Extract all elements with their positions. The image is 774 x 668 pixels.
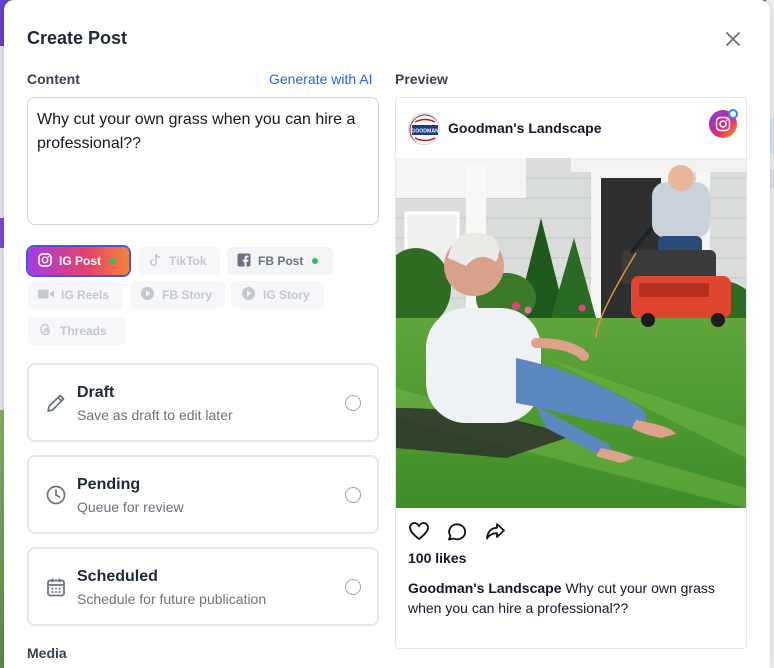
platform-chip-label: IG Post [59,254,102,268]
option-draft[interactable]: Draft Save as draft to edit later [27,363,379,442]
caption-username: Goodman's Landscape [408,580,562,596]
status-dot [110,258,117,264]
option-radio[interactable] [345,579,361,595]
option-radio[interactable] [345,487,361,503]
option-subtitle: Schedule for future publication [77,591,267,607]
platform-chip-label: IG Reels [61,288,110,302]
tiktok-icon [148,253,162,270]
clock-icon [45,484,67,506]
post-caption: Goodman's Landscape Why cut your own gras… [408,578,738,618]
option-scheduled[interactable]: Scheduled Schedule for future publicatio… [27,547,379,626]
preview-label: Preview [395,71,448,87]
platform-chip-ig-post[interactable]: IG Post [28,247,129,275]
modal-title: Create Post [27,28,128,48]
platform-chip-label: FB Story [162,288,213,302]
heart-icon[interactable] [408,520,430,542]
option-pending[interactable]: Pending Queue for review [27,455,379,534]
instagram-badge-icon [709,109,738,138]
generate-ai-link[interactable]: Generate with AI [269,71,373,87]
platform-chip-threads[interactable]: Threads [28,317,126,345]
platform-chip-ig-reels[interactable]: IG Reels [28,281,123,309]
facebook-icon [237,253,251,270]
video-icon [38,288,54,303]
play-circle-icon [140,286,155,304]
platform-chip-label: IG Story [263,288,310,302]
platform-chip-fb-post[interactable]: FB Post [227,247,333,275]
option-radio[interactable] [345,395,361,411]
close-icon[interactable] [722,28,744,50]
platform-chip-ig-story[interactable]: IG Story [231,281,324,309]
post-image [396,158,746,508]
play-circle-icon [241,286,256,304]
content-label: Content [27,71,80,87]
platform-chip-label: Threads [60,324,107,338]
option-subtitle: Save as draft to edit later [77,407,233,423]
status-dot [312,258,319,264]
media-label: Media [27,645,67,661]
option-title: Draft [77,384,115,401]
option-subtitle: Queue for review [77,499,184,515]
likes-count: 100 likes [408,550,467,566]
instagram-preview-card: GOODMAN Goodman's Landscape 100 likes Go… [395,97,747,649]
platform-chip-fb-story[interactable]: FB Story [130,281,225,309]
post-actions [408,520,506,542]
content-textarea[interactable]: Why cut your own grass when you can hire… [27,97,379,225]
account-name: Goodman's Landscape [448,120,602,136]
option-title: Scheduled [77,568,158,585]
instagram-icon [38,252,52,270]
account-avatar: GOODMAN [408,113,440,145]
platform-chip-label: FB Post [258,254,304,268]
pencil-icon [45,392,67,414]
platform-chip-label: TikTok [169,254,207,268]
option-title: Pending [77,476,141,493]
comment-icon[interactable] [446,520,468,542]
platform-chip-tiktok[interactable]: TikTok [138,247,220,275]
avatar-logo-text: GOODMAN [411,129,439,135]
share-icon[interactable] [484,520,506,542]
threads-icon [38,322,53,340]
calendar-icon [45,576,67,598]
create-post-modal: Create Post Content Generate with AI Pre… [4,0,770,668]
